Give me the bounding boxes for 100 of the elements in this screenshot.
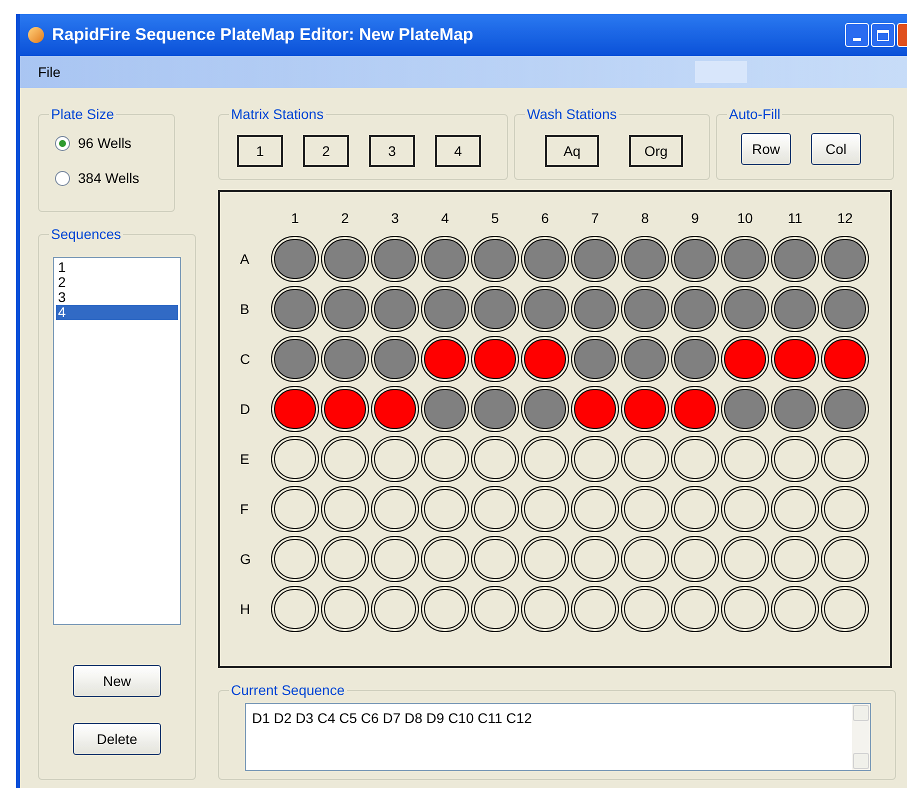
well[interactable]	[521, 286, 569, 332]
well[interactable]	[321, 236, 369, 282]
well[interactable]	[621, 386, 669, 432]
well[interactable]	[471, 236, 519, 282]
well[interactable]	[671, 336, 719, 382]
well[interactable]	[271, 436, 319, 482]
well[interactable]	[721, 236, 769, 282]
well[interactable]	[821, 486, 869, 532]
well[interactable]	[571, 486, 619, 532]
well[interactable]	[621, 436, 669, 482]
well[interactable]	[621, 586, 669, 632]
list-item[interactable]: 4	[56, 305, 178, 320]
well[interactable]	[621, 336, 669, 382]
station-button[interactable]: Aq	[545, 135, 599, 167]
well[interactable]	[271, 236, 319, 282]
list-item[interactable]: 2	[56, 275, 178, 290]
well[interactable]	[821, 286, 869, 332]
well[interactable]	[721, 486, 769, 532]
well[interactable]	[521, 236, 569, 282]
well[interactable]	[571, 336, 619, 382]
well[interactable]	[521, 386, 569, 432]
station-button[interactable]: 4	[435, 135, 481, 167]
well[interactable]	[371, 336, 419, 382]
well[interactable]	[271, 386, 319, 432]
well[interactable]	[771, 236, 819, 282]
well[interactable]	[321, 386, 369, 432]
well[interactable]	[521, 536, 569, 582]
maximize-button[interactable]	[871, 23, 895, 47]
push-button[interactable]: Row	[741, 133, 791, 165]
well[interactable]	[821, 586, 869, 632]
well[interactable]	[371, 286, 419, 332]
well[interactable]	[421, 486, 469, 532]
well[interactable]	[771, 436, 819, 482]
radio-button[interactable]	[55, 136, 70, 151]
well[interactable]	[771, 336, 819, 382]
well[interactable]	[571, 536, 619, 582]
well[interactable]	[621, 236, 669, 282]
well[interactable]	[371, 236, 419, 282]
well[interactable]	[671, 486, 719, 532]
well[interactable]	[421, 586, 469, 632]
well[interactable]	[321, 536, 369, 582]
station-button[interactable]: Org	[629, 135, 683, 167]
well[interactable]	[771, 586, 819, 632]
well[interactable]	[321, 586, 369, 632]
radio-button[interactable]	[55, 171, 70, 186]
list-item[interactable]: 1	[56, 260, 178, 275]
well[interactable]	[821, 436, 869, 482]
well[interactable]	[471, 336, 519, 382]
well[interactable]	[471, 536, 519, 582]
well[interactable]	[271, 286, 319, 332]
well[interactable]	[371, 486, 419, 532]
well[interactable]	[571, 286, 619, 332]
well[interactable]	[271, 336, 319, 382]
well[interactable]	[471, 286, 519, 332]
well[interactable]	[271, 536, 319, 582]
close-button[interactable]	[897, 23, 907, 47]
well[interactable]	[471, 386, 519, 432]
station-button[interactable]: 3	[369, 135, 415, 167]
well[interactable]	[621, 286, 669, 332]
well[interactable]	[671, 436, 719, 482]
well[interactable]	[521, 586, 569, 632]
well[interactable]	[721, 286, 769, 332]
well[interactable]	[671, 386, 719, 432]
well[interactable]	[721, 436, 769, 482]
station-button[interactable]: 1	[237, 135, 283, 167]
well[interactable]	[571, 386, 619, 432]
well[interactable]	[821, 336, 869, 382]
well[interactable]	[571, 586, 619, 632]
list-item[interactable]: 3	[56, 290, 178, 305]
well[interactable]	[321, 336, 369, 382]
well[interactable]	[821, 536, 869, 582]
well[interactable]	[671, 236, 719, 282]
well[interactable]	[371, 436, 419, 482]
well[interactable]	[571, 436, 619, 482]
well[interactable]	[521, 486, 569, 532]
well[interactable]	[521, 336, 569, 382]
well[interactable]	[421, 436, 469, 482]
well[interactable]	[771, 386, 819, 432]
well[interactable]	[671, 586, 719, 632]
menu-item[interactable]: File	[38, 62, 61, 82]
well[interactable]	[671, 536, 719, 582]
well[interactable]	[771, 286, 819, 332]
well[interactable]	[621, 536, 669, 582]
well[interactable]	[721, 536, 769, 582]
well[interactable]	[371, 386, 419, 432]
minimize-button[interactable]	[845, 23, 869, 47]
well[interactable]	[421, 386, 469, 432]
station-button[interactable]: 2	[303, 135, 349, 167]
well[interactable]	[371, 536, 419, 582]
well[interactable]	[321, 486, 369, 532]
push-button[interactable]: Col	[811, 133, 861, 165]
well[interactable]	[471, 586, 519, 632]
well[interactable]	[421, 536, 469, 582]
well[interactable]	[471, 436, 519, 482]
well[interactable]	[821, 236, 869, 282]
well[interactable]	[421, 336, 469, 382]
well[interactable]	[821, 386, 869, 432]
well[interactable]	[471, 486, 519, 532]
well[interactable]	[321, 286, 369, 332]
push-button[interactable]: Delete	[73, 723, 161, 755]
